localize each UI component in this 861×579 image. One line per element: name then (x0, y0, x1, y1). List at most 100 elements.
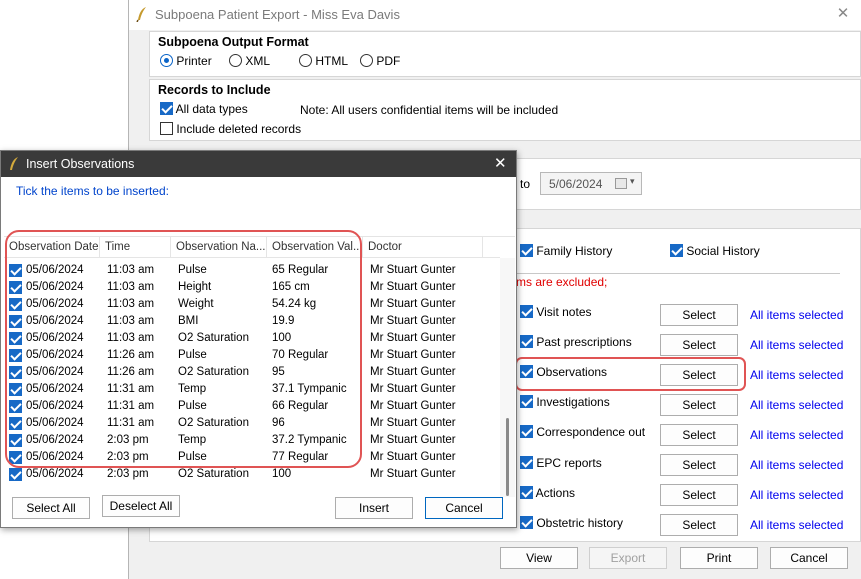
dialog-title: Insert Observations (26, 157, 135, 171)
radio-pdf-circle[interactable] (360, 54, 373, 67)
select-epc-reports-button[interactable]: Select (660, 454, 738, 476)
deselect-all-button[interactable]: Deselect All (102, 495, 180, 517)
radio-html[interactable]: HTML (299, 54, 348, 68)
list-highlight (5, 230, 362, 468)
column-header-doctor[interactable]: Doctor (363, 237, 483, 258)
row-doctor: Mr Stuart Gunter (370, 281, 456, 293)
dialog-cancel-button[interactable]: Cancel (425, 497, 503, 519)
include-deleted-checkbox[interactable]: Include deleted records (160, 122, 301, 136)
dialog-body: Tick the items to be inserted: Observati… (1, 177, 516, 527)
radio-html-circle[interactable] (299, 54, 312, 67)
select-visit-notes-button[interactable]: Select (660, 304, 738, 326)
row-doctor: Mr Stuart Gunter (370, 349, 456, 361)
row-doctor: Mr Stuart Gunter (370, 400, 456, 412)
view-button[interactable]: View (500, 547, 578, 569)
close-icon[interactable]: ✕ (494, 154, 507, 172)
all-data-types-box[interactable] (160, 102, 173, 115)
social-history-label: Social History (686, 244, 760, 258)
select-investigations-button[interactable]: Select (660, 394, 738, 416)
output-format-title: Subpoena Output Format (158, 35, 309, 49)
divider (510, 273, 840, 274)
instruction-text: Tick the items to be inserted: (16, 184, 169, 198)
select-correspondence-out-button[interactable]: Select (660, 424, 738, 446)
to-label: to (520, 177, 531, 191)
obstetric-history-box[interactable] (520, 516, 533, 529)
row-observation-value: 100 (272, 468, 292, 480)
actions-box[interactable] (520, 486, 533, 499)
social-history-checkbox[interactable]: Social History (670, 244, 760, 258)
row-doctor: Mr Stuart Gunter (370, 264, 456, 276)
radio-xml[interactable]: XML (229, 54, 270, 68)
category-visit-notes[interactable]: Visit notes (520, 305, 592, 319)
radio-printer-label: Printer (176, 54, 212, 68)
row-doctor: Mr Stuart Gunter (370, 383, 456, 395)
obstetric-history-status[interactable]: All items selected (750, 518, 843, 532)
family-history-checkbox[interactable]: Family History (520, 244, 612, 258)
select-past-prescriptions-button[interactable]: Select (660, 334, 738, 356)
radio-pdf[interactable]: PDF (360, 54, 400, 68)
radio-xml-circle[interactable] (229, 54, 242, 67)
category-obstetric-history[interactable]: Obstetric history (520, 516, 623, 530)
output-format-group: Subpoena Output Format Printer XML HTML … (149, 31, 861, 77)
close-icon[interactable]: ✕ (831, 4, 855, 24)
category-label: Past prescriptions (536, 335, 632, 349)
social-history-box[interactable] (670, 244, 683, 257)
category-label: Visit notes (536, 305, 592, 319)
row-doctor: Mr Stuart Gunter (370, 366, 456, 378)
category-label: Actions (535, 486, 576, 500)
investigations-box[interactable] (520, 395, 533, 408)
category-label: Correspondence out (536, 425, 646, 439)
include-deleted-box[interactable] (160, 122, 173, 135)
records-title: Records to Include (158, 83, 271, 97)
row-doctor: Mr Stuart Gunter (370, 298, 456, 310)
visit-notes-status[interactable]: All items selected (750, 308, 843, 322)
category-past-prescriptions[interactable]: Past prescriptions (520, 335, 632, 349)
confidential-note: Note: All users confidential items will … (300, 103, 559, 117)
row-observation-name: O2 Saturation (178, 468, 249, 480)
select-actions-button[interactable]: Select (660, 484, 738, 506)
row-time: 2:03 pm (107, 468, 149, 480)
row-doctor: Mr Stuart Gunter (370, 315, 456, 327)
cancel-button[interactable]: Cancel (770, 547, 848, 569)
past-prescriptions-box[interactable] (520, 335, 533, 348)
category-label: Investigations (536, 395, 610, 409)
all-data-types-label: All data types (175, 102, 248, 116)
to-date-picker[interactable]: 5/06/2024 ▾ (540, 172, 642, 195)
include-deleted-label: Include deleted records (176, 122, 302, 136)
quill-icon (136, 7, 146, 22)
radio-xml-label: XML (245, 54, 271, 68)
export-button[interactable]: Export (589, 547, 667, 569)
insert-button[interactable]: Insert (335, 497, 413, 519)
scrollbar-thumb[interactable] (506, 418, 509, 496)
observations-status[interactable]: All items selected (750, 368, 843, 382)
category-correspondence-out[interactable]: Correspondence out (520, 425, 645, 439)
observations-highlight (515, 357, 746, 391)
epc-reports-box[interactable] (520, 456, 533, 469)
print-button[interactable]: Print (680, 547, 758, 569)
investigations-status[interactable]: All items selected (750, 398, 843, 412)
category-actions[interactable]: Actions (520, 486, 575, 500)
category-epc-reports[interactable]: EPC reports (520, 456, 602, 470)
select-all-button[interactable]: Select All (12, 497, 90, 519)
visit-notes-box[interactable] (520, 305, 533, 318)
actions-status[interactable]: All items selected (750, 488, 843, 502)
row-doctor: Mr Stuart Gunter (370, 468, 456, 480)
family-history-label: Family History (536, 244, 613, 258)
correspondence-out-box[interactable] (520, 425, 533, 438)
family-history-box[interactable] (520, 244, 533, 257)
row-doctor: Mr Stuart Gunter (370, 451, 456, 463)
vertical-scrollbar[interactable] (500, 258, 515, 497)
radio-printer-circle[interactable] (160, 54, 173, 67)
epc-reports-status[interactable]: All items selected (750, 458, 843, 472)
table-row[interactable]: 05/06/2024 2:03 pm O2 Saturation 100 Mr Stua… (4, 466, 499, 483)
row-doctor: Mr Stuart Gunter (370, 417, 456, 429)
row-checkbox[interactable] (9, 468, 22, 481)
correspondence-out-status[interactable]: All items selected (750, 428, 843, 442)
chevron-down-icon[interactable]: ▾ (630, 176, 635, 187)
calendar-icon[interactable] (615, 178, 627, 189)
past-prescriptions-status[interactable]: All items selected (750, 338, 843, 352)
category-investigations[interactable]: Investigations (520, 395, 610, 409)
radio-printer[interactable]: Printer (160, 54, 212, 68)
select-obstetric-history-button[interactable]: Select (660, 514, 738, 536)
all-data-types-checkbox[interactable]: All data types (160, 102, 248, 116)
